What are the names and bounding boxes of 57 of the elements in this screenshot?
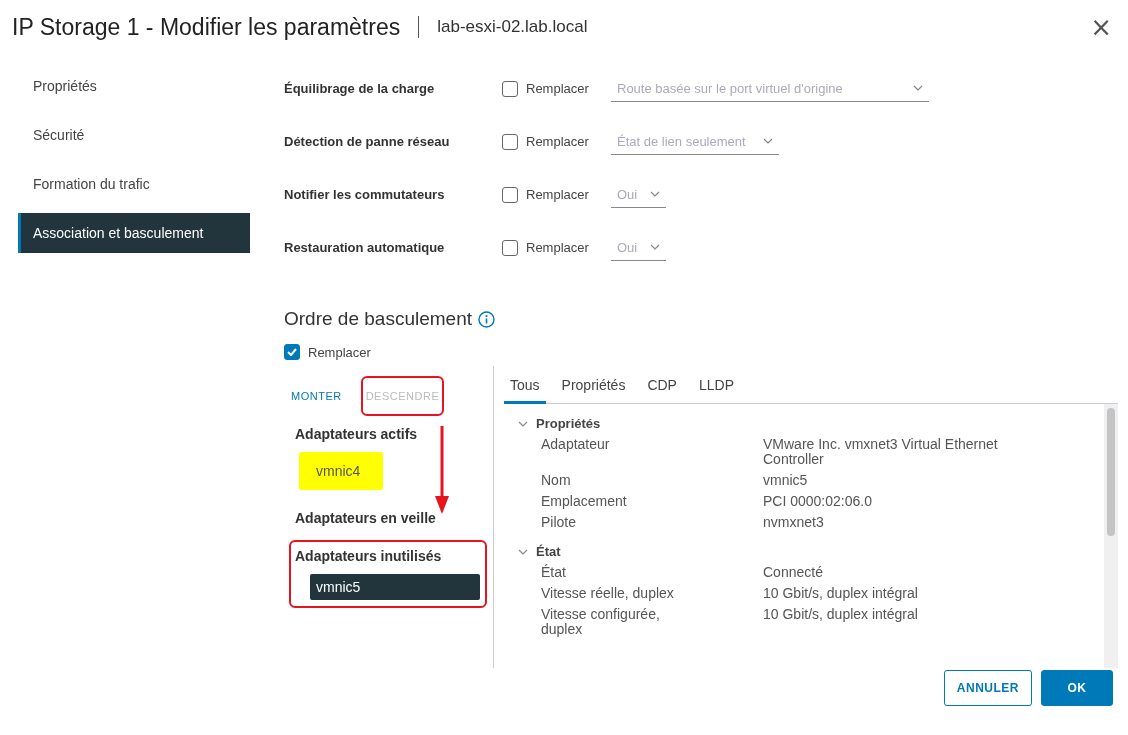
property-label: Pilote	[541, 515, 578, 530]
property-value: PCI 0000:02:06.0	[763, 494, 873, 509]
override-checkbox[interactable]	[502, 186, 518, 203]
group-title: Adaptateurs actifs	[295, 425, 419, 444]
adapter-item[interactable]: vmnic5	[310, 574, 480, 600]
cancel-button[interactable]: ANNULER	[943, 670, 1032, 706]
property-value: 10 Gbit/s, duplex intégral	[763, 607, 919, 624]
override-checkbox[interactable]	[284, 344, 300, 360]
property-label: Nom	[541, 473, 572, 488]
property-label: État	[541, 565, 567, 580]
group-title: Adaptateurs en veille	[295, 509, 437, 528]
checkbox-label: Remplacer	[526, 240, 589, 255]
property-label: Vitesse réelle, duplex	[541, 586, 675, 601]
info-icon[interactable]	[478, 310, 495, 328]
override-checkbox[interactable]	[502, 80, 518, 97]
chevron-down-icon	[650, 191, 660, 197]
sidebar-item[interactable]: Formation du trafic	[18, 164, 250, 204]
section-title: Ordre de basculement	[284, 308, 472, 330]
host-name: lab-esxi-02.lab.local	[437, 17, 589, 37]
setting-label: Restauration automatique	[284, 240, 446, 255]
setting-label: Détection de panne réseau	[284, 134, 451, 149]
chevron-down-icon	[913, 85, 923, 91]
checkbox-label: Remplacer	[308, 344, 371, 360]
close-button[interactable]: ×	[1086, 14, 1116, 40]
section-header: État	[536, 544, 561, 559]
sidebar-item[interactable]: Association et basculement	[18, 213, 250, 253]
scrollbar[interactable]	[1104, 404, 1118, 668]
override-checkbox[interactable]	[502, 239, 518, 256]
tab[interactable]: CDP	[641, 377, 683, 404]
move-up-button[interactable]: MONTER	[286, 376, 347, 416]
checkbox-label: Remplacer	[526, 134, 589, 149]
section-header: Propriétés	[536, 416, 601, 431]
property-label: Adaptateur	[541, 437, 611, 454]
setting-label: Équilibrage de la charge	[284, 81, 436, 96]
checkbox-label: Remplacer	[526, 81, 589, 96]
property-label: Emplacement	[541, 494, 628, 509]
tab[interactable]: Tous	[504, 377, 546, 404]
property-label: Vitesse configurée, duplex	[541, 607, 661, 637]
dialog-title: IP Storage 1 - Modifier les paramètres	[12, 13, 401, 41]
checkmark-icon	[287, 348, 297, 356]
group-title: Adaptateurs inutilisés	[295, 547, 443, 566]
property-value: nvmxnet3	[763, 515, 825, 530]
checkbox-label: Remplacer	[526, 187, 589, 202]
sidebar-item[interactable]: Sécurité	[18, 115, 250, 155]
property-value: 10 Gbit/s, duplex intégral	[763, 586, 919, 601]
property-value: vmnic5	[763, 473, 809, 488]
chevron-down-icon	[650, 244, 660, 250]
property-value: Connecté	[763, 565, 824, 580]
property-value: VMware Inc. vmxnet3 Virtual Ethernet Controller	[763, 437, 999, 467]
tab[interactable]: LLDP	[692, 377, 740, 404]
ok-button[interactable]: OK	[1041, 670, 1113, 706]
chevron-down-icon	[763, 138, 773, 144]
override-checkbox[interactable]	[502, 133, 518, 150]
setting-label: Notifier les commutateurs	[284, 187, 446, 202]
tab[interactable]: Propriétés	[555, 377, 632, 404]
adapter-item[interactable]: vmnic4	[299, 452, 383, 490]
sidebar-item[interactable]: Propriétés	[18, 66, 250, 106]
